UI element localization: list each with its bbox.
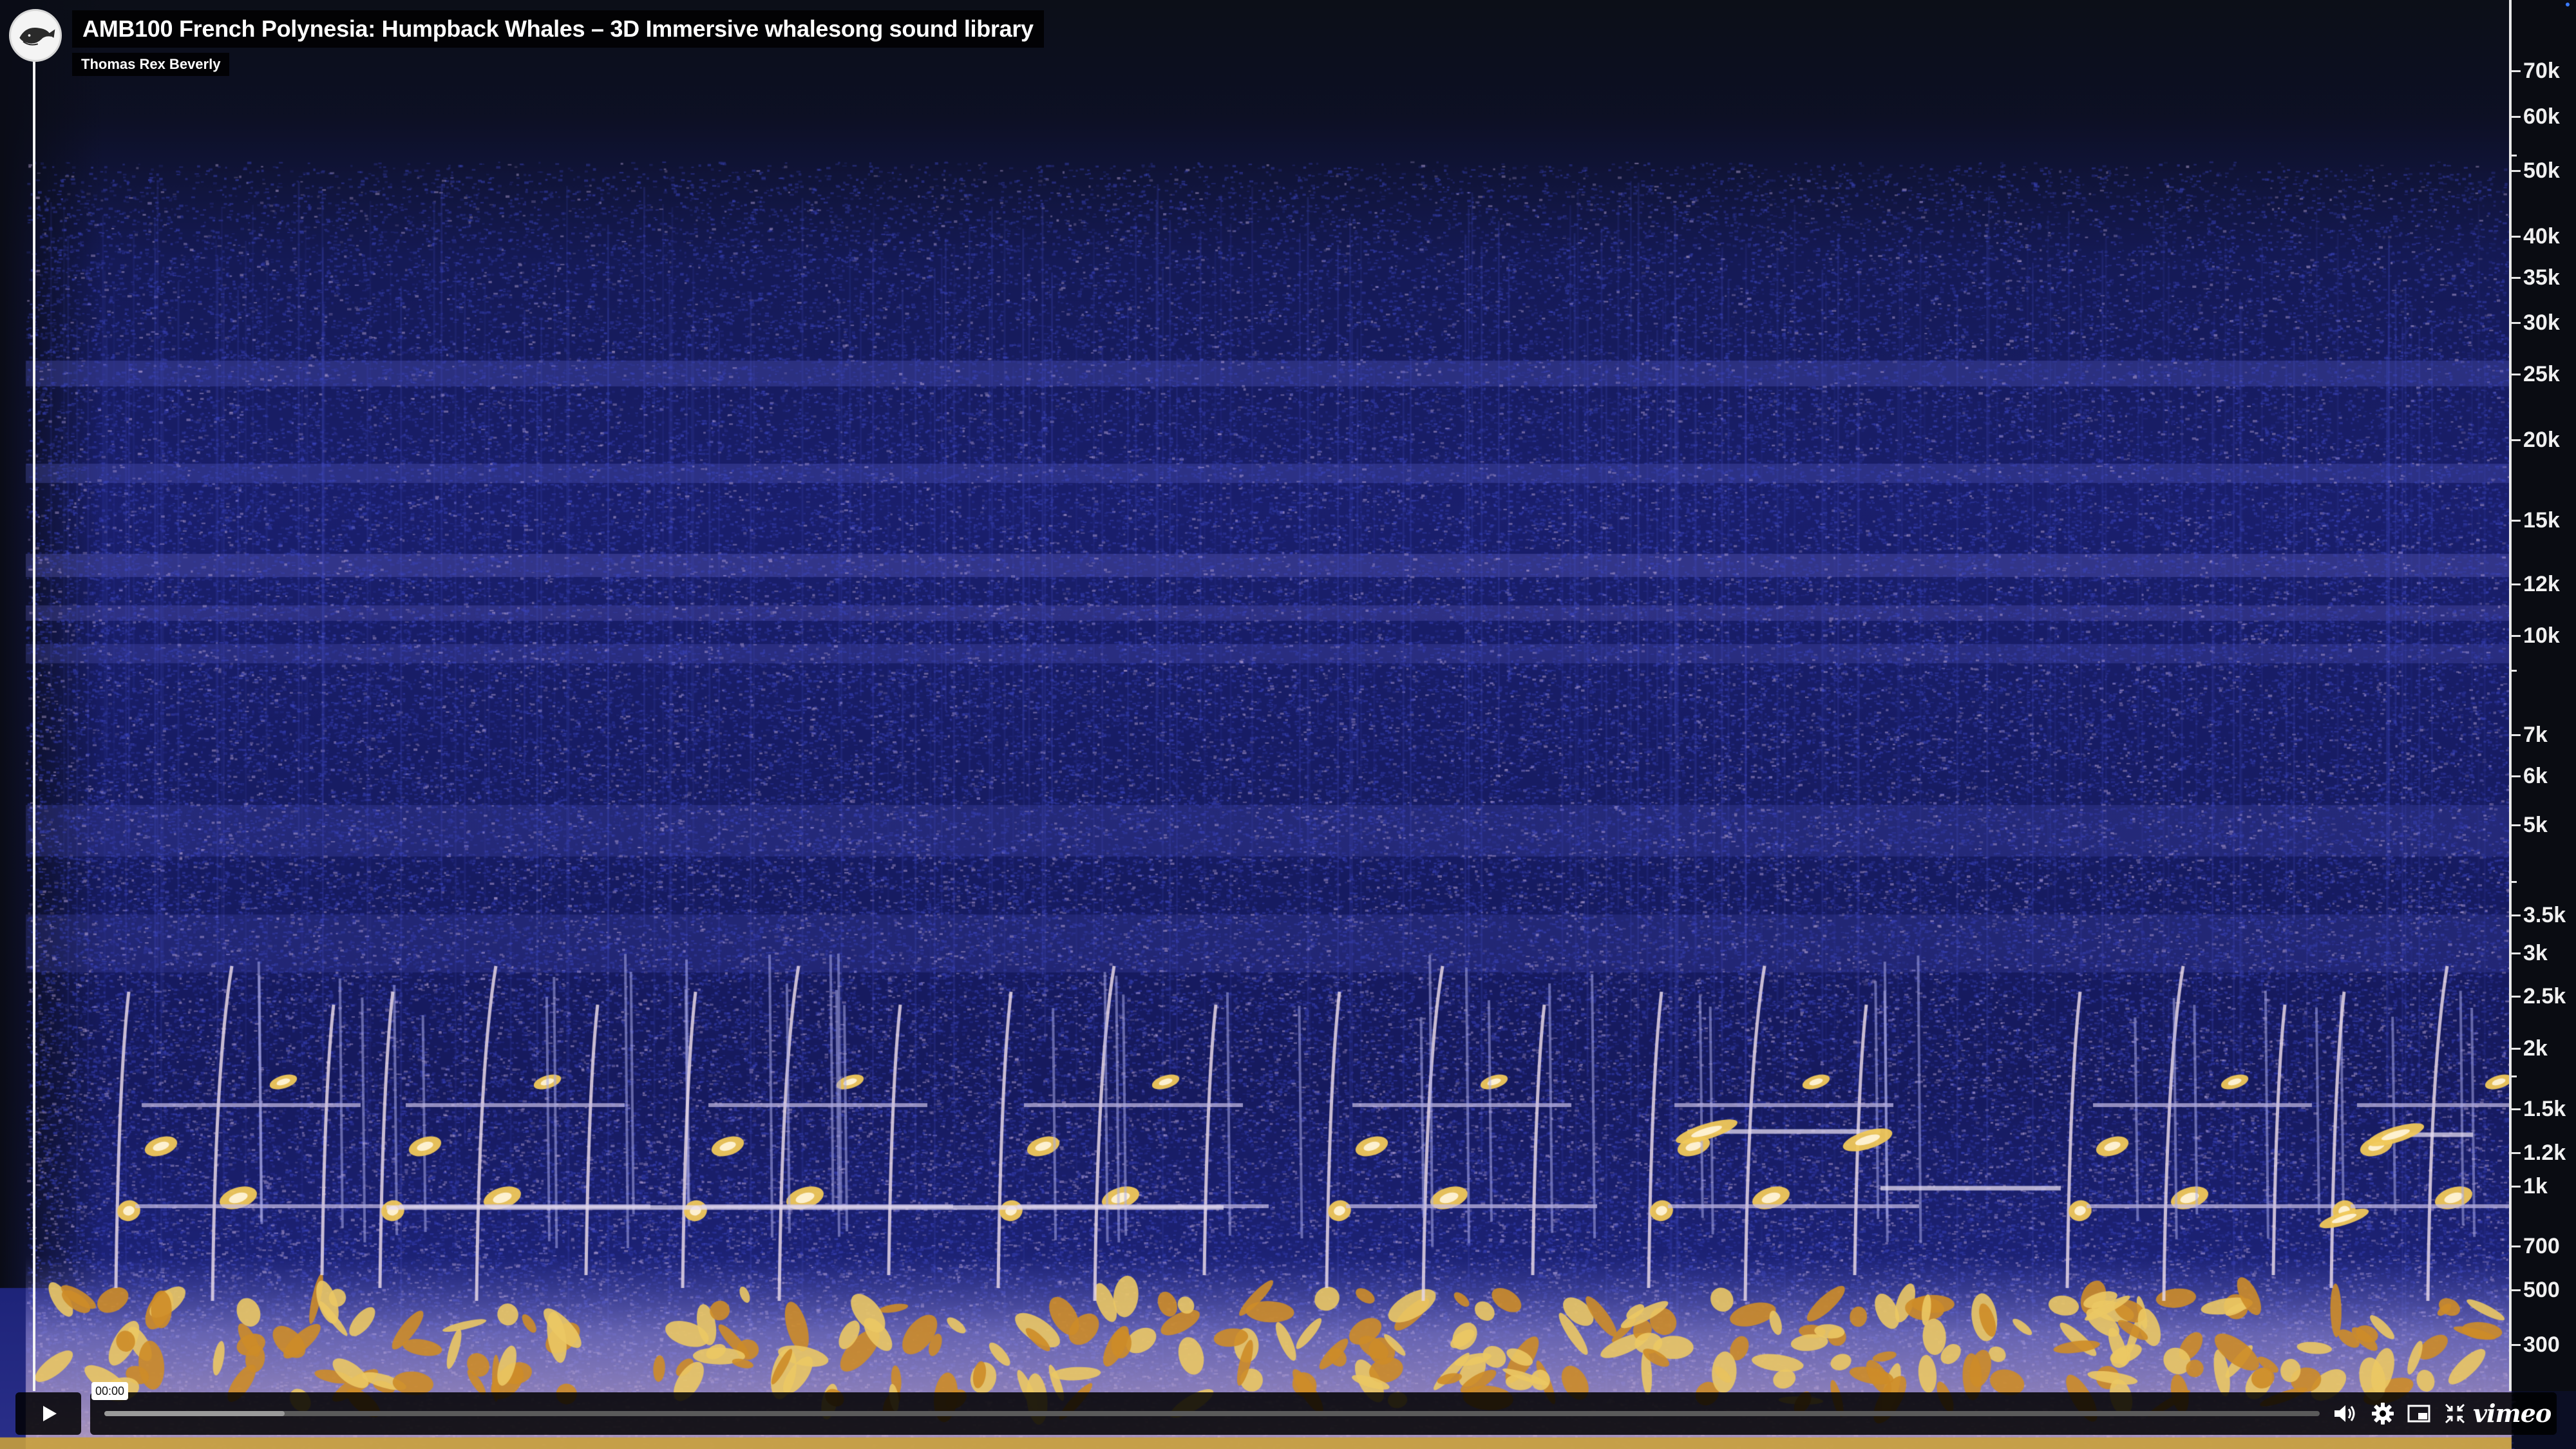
frequency-tick	[2512, 1048, 2521, 1050]
progress-buffered	[104, 1411, 285, 1416]
frequency-label: 1.5k	[2523, 1097, 2566, 1121]
volume-icon	[2334, 1405, 2355, 1422]
corner-indicator	[2566, 3, 2570, 6]
frequency-label: 500	[2523, 1278, 2560, 1302]
frequency-tick	[2512, 439, 2521, 441]
frequency-tick	[2512, 635, 2521, 637]
frequency-label: 700	[2523, 1234, 2560, 1258]
frequency-label: 7k	[2523, 723, 2548, 747]
frequency-label: 70k	[2523, 59, 2560, 83]
frequency-label: 2k	[2523, 1036, 2548, 1061]
frequency-label: 2.5k	[2523, 984, 2566, 1009]
frequency-label: 300	[2523, 1332, 2560, 1357]
gear-icon	[2372, 1403, 2394, 1425]
settings-button[interactable]	[2370, 1401, 2396, 1426]
frequency-tick	[2512, 583, 2521, 585]
frequency-tick	[2512, 1152, 2521, 1154]
progress-bar[interactable]	[104, 1411, 2320, 1416]
frequency-tick	[2512, 1108, 2521, 1110]
frequency-tick	[2512, 116, 2521, 118]
frequency-tick	[2512, 775, 2521, 777]
frequency-minor-tick	[2512, 1075, 2517, 1077]
frequency-label: 40k	[2523, 224, 2560, 249]
frequency-tick	[2512, 914, 2521, 916]
frequency-label: 35k	[2523, 265, 2560, 290]
control-bar	[90, 1392, 2557, 1435]
frequency-label: 50k	[2523, 158, 2560, 183]
channel-avatar[interactable]	[9, 9, 62, 62]
frequency-tick	[2512, 1344, 2521, 1346]
frequency-tick	[2512, 70, 2521, 72]
picture-in-picture-icon	[2407, 1405, 2430, 1423]
video-title[interactable]: AMB100 French Polynesia: Humpback Whales…	[72, 10, 1044, 48]
play-button[interactable]	[15, 1392, 81, 1435]
frequency-label: 12k	[2523, 572, 2560, 596]
frequency-tick	[2512, 520, 2521, 522]
frequency-label: 25k	[2523, 362, 2560, 386]
vimeo-logo[interactable]: vimeo	[2473, 1396, 2552, 1431]
fullscreen-button[interactable]	[2442, 1401, 2468, 1426]
frequency-tick	[2512, 952, 2521, 954]
frequency-tick	[2512, 277, 2521, 279]
frequency-tick	[2512, 374, 2521, 375]
frequency-label: 1.2k	[2523, 1141, 2566, 1165]
play-icon	[43, 1406, 57, 1421]
frequency-tick	[2512, 734, 2521, 736]
frequency-minor-tick	[2512, 155, 2517, 156]
whale-logo-icon	[12, 12, 59, 59]
frequency-tick	[2512, 1289, 2521, 1291]
fullscreen-icon	[2445, 1403, 2465, 1424]
frequency-label: 20k	[2523, 428, 2560, 452]
volume-button[interactable]	[2331, 1401, 2357, 1426]
frequency-tick	[2512, 1245, 2521, 1247]
frequency-label: 60k	[2523, 104, 2560, 129]
frequency-tick	[2512, 996, 2521, 998]
frequency-tick	[2512, 170, 2521, 172]
frequency-label: 10k	[2523, 623, 2560, 648]
video-player[interactable]: 70k 60k 50k 40k 35k 30k 25k 20k 15k 12k 10k 7k 6k 5k 3…	[0, 0, 2576, 1449]
frequency-tick	[2512, 1186, 2521, 1188]
spectrogram-video-frame[interactable]	[0, 0, 2576, 1449]
frequency-label: 5k	[2523, 813, 2548, 837]
frequency-axis: 70k 60k 50k 40k 35k 30k 25k 20k 15k 12k 10k 7k 6k 5k 3…	[2509, 0, 2576, 1391]
frequency-label: 15k	[2523, 508, 2560, 533]
frequency-tick	[2512, 824, 2521, 826]
frequency-minor-tick	[2512, 881, 2517, 883]
frequency-tick	[2512, 236, 2521, 238]
frequency-label: 1k	[2523, 1174, 2548, 1198]
frequency-minor-tick	[2512, 670, 2517, 672]
playhead-line	[33, 39, 35, 1391]
frequency-label: 6k	[2523, 764, 2548, 788]
frequency-label: 3.5k	[2523, 903, 2566, 927]
frequency-tick	[2512, 322, 2521, 324]
frequency-label: 3k	[2523, 941, 2548, 965]
picture-in-picture-button[interactable]	[2406, 1401, 2432, 1426]
frequency-label: 30k	[2523, 310, 2560, 335]
current-time: 00:00	[91, 1382, 129, 1400]
video-byline[interactable]: Thomas Rex Beverly	[72, 53, 230, 76]
